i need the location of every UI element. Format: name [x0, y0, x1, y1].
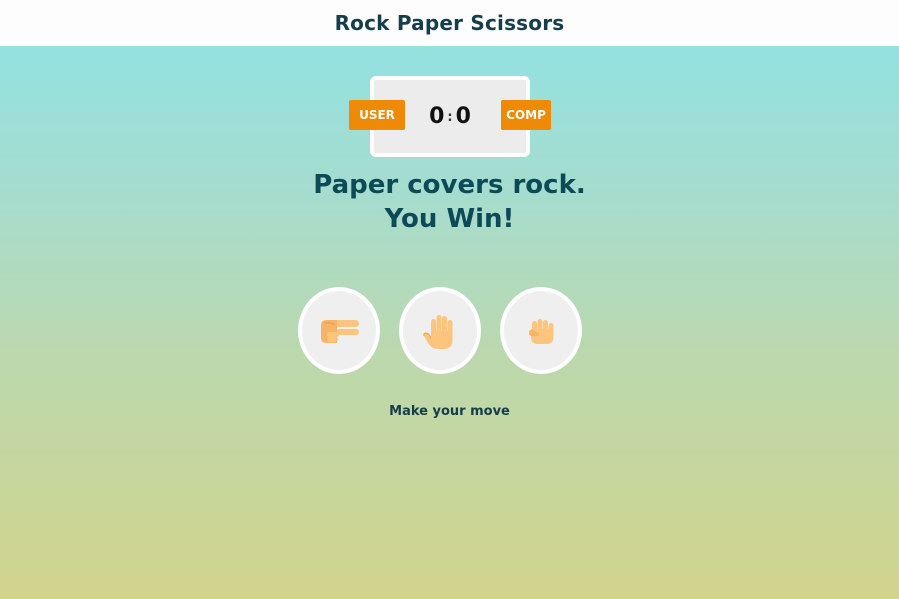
comp-badge: COMP: [501, 100, 551, 130]
paper-hand-icon: [423, 314, 453, 349]
scissors-hand-icon: [321, 319, 359, 343]
rock-button[interactable]: [500, 287, 582, 374]
app-title: Rock Paper Scissors: [334, 11, 565, 35]
score-display: 0 : 0: [429, 104, 471, 129]
comp-score: 0: [455, 104, 471, 129]
result-line-1: Paper covers rock.: [313, 170, 586, 200]
user-score: 0: [429, 104, 445, 129]
result-message: Paper covers rock. You Win!: [0, 168, 899, 236]
user-badge: USER: [349, 100, 405, 130]
move-prompt: Make your move: [389, 404, 510, 419]
scissors-button[interactable]: [298, 287, 380, 374]
app-header: Rock Paper Scissors: [0, 0, 899, 46]
rock-fist-icon: [529, 318, 554, 344]
score-separator: :: [447, 110, 453, 125]
result-line-2: You Win!: [384, 204, 515, 234]
paper-button[interactable]: [399, 287, 481, 374]
